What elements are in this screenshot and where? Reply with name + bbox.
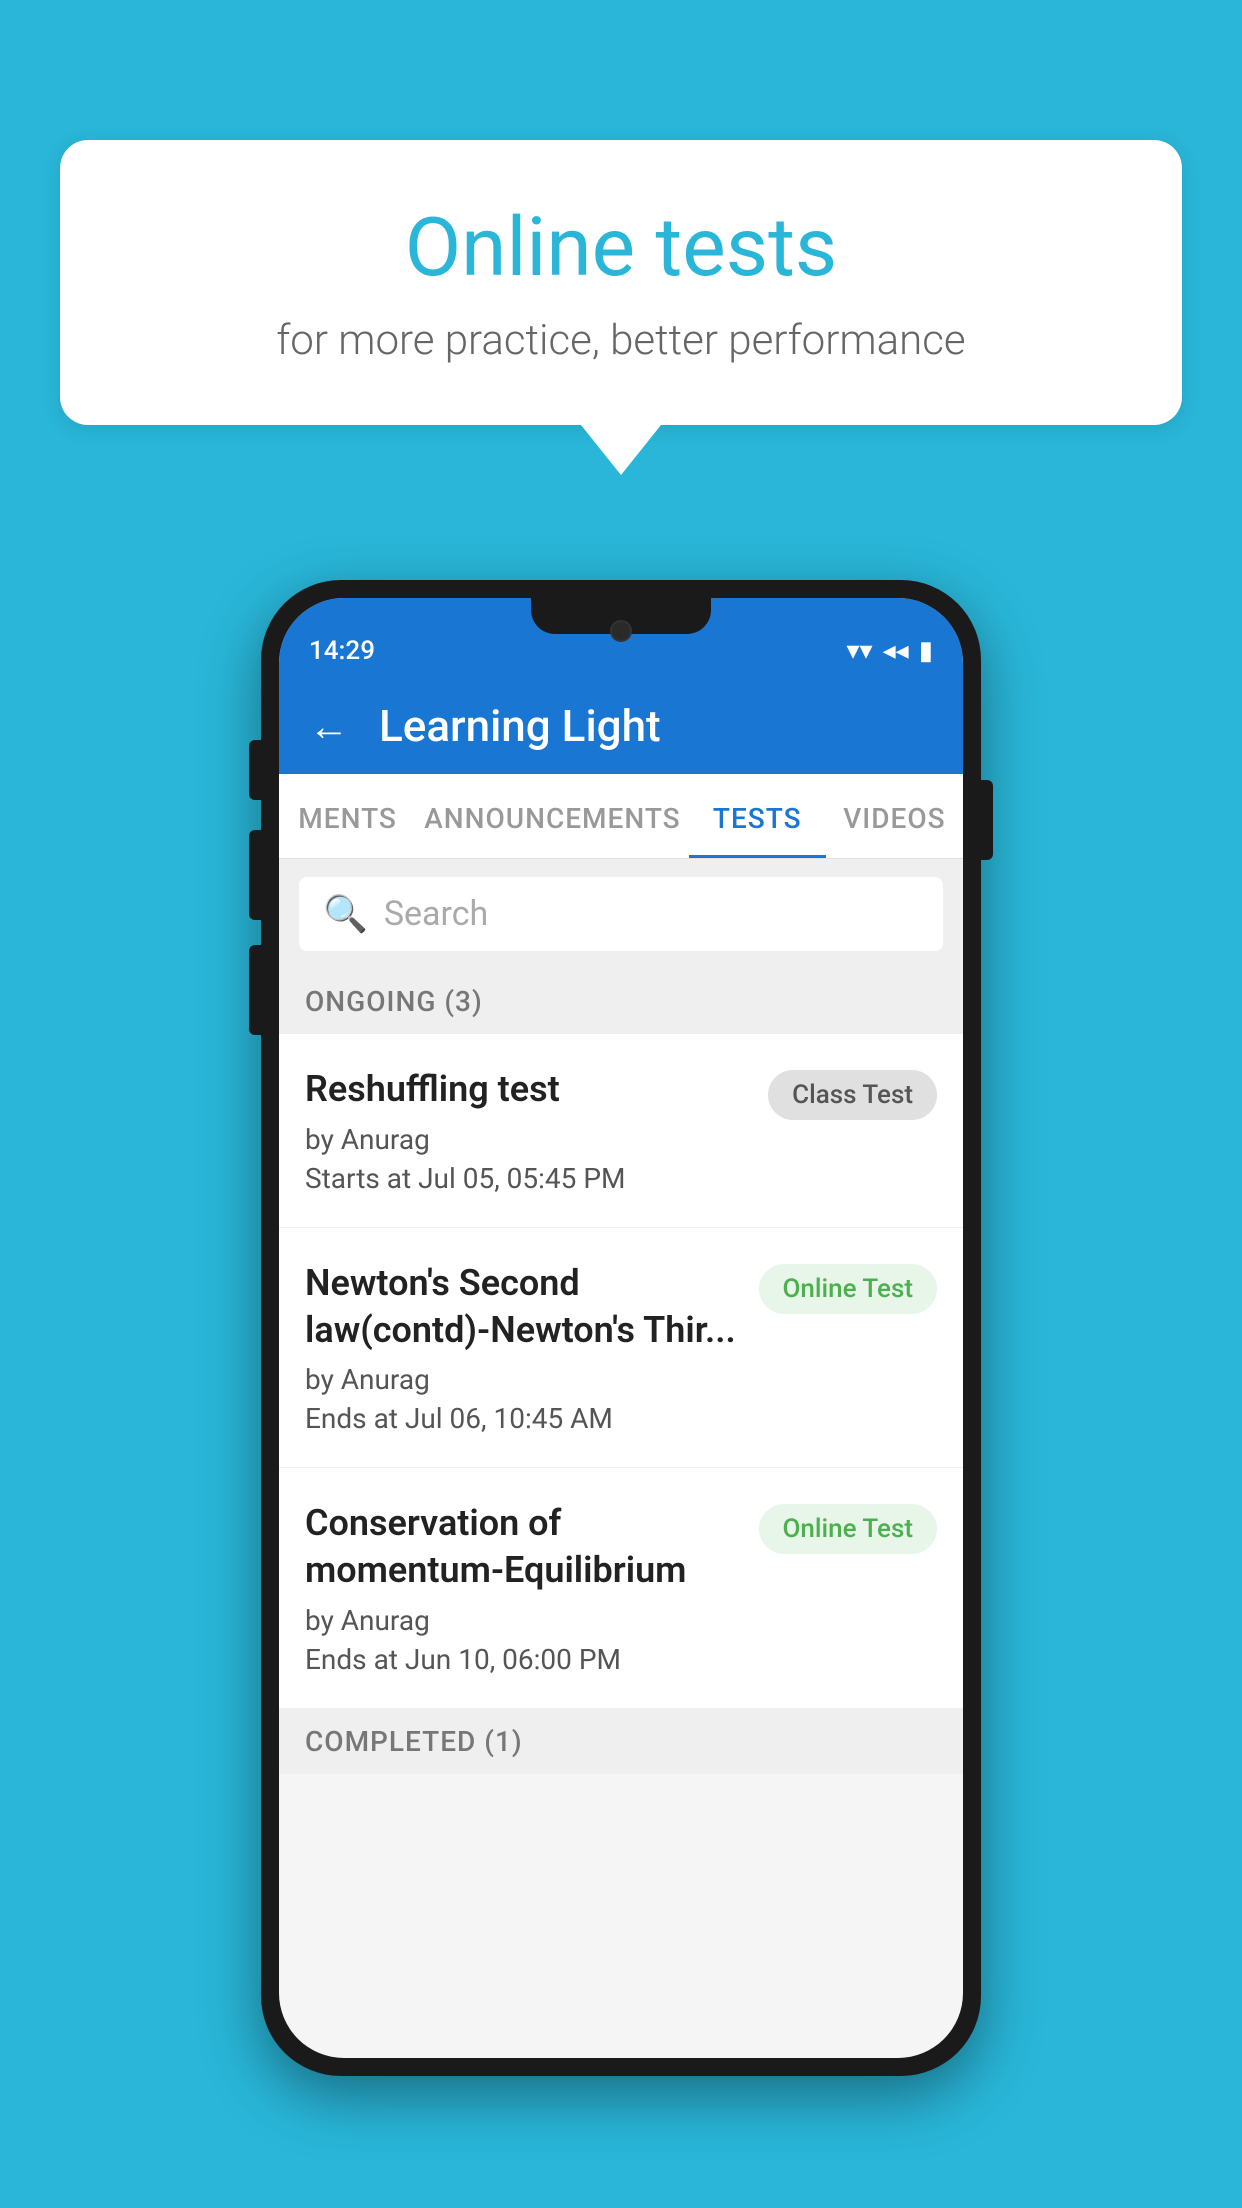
- test-time-3: Ends at Jun 10, 06:00 PM: [305, 1643, 739, 1676]
- phone-button-vol-down: [249, 945, 261, 1035]
- test-info-1: Reshuffling test by Anurag Starts at Jul…: [305, 1066, 768, 1195]
- test-time-2: Ends at Jul 06, 10:45 AM: [305, 1402, 739, 1435]
- test-name-1: Reshuffling test: [305, 1066, 748, 1113]
- test-info-3: Conservation of momentum-Equilibrium by …: [305, 1500, 759, 1676]
- ongoing-section-header: ONGOING (3): [279, 969, 963, 1034]
- signal-icon: ◂◂: [883, 636, 909, 666]
- test-author-3: by Anurag: [305, 1604, 739, 1637]
- tab-ments[interactable]: MENTS: [279, 774, 416, 858]
- speech-bubble-title: Online tests: [140, 200, 1102, 296]
- completed-section-header: COMPLETED (1): [279, 1709, 963, 1774]
- phone-outer: 14:29 ▾▾ ◂◂ ▮ ← Learning Light MENTS ANN…: [261, 580, 981, 2076]
- app-bar-title: Learning Light: [379, 700, 661, 752]
- phone-camera: [610, 620, 632, 642]
- test-author-2: by Anurag: [305, 1363, 739, 1396]
- test-badge-1: Class Test: [768, 1070, 937, 1120]
- phone-notch: [531, 598, 711, 634]
- search-container: 🔍 Search: [279, 859, 963, 969]
- search-bar[interactable]: 🔍 Search: [299, 877, 943, 951]
- status-icons: ▾▾ ◂◂ ▮: [846, 636, 933, 666]
- test-item-2[interactable]: Newton's Second law(contd)-Newton's Thir…: [279, 1228, 963, 1469]
- speech-bubble-arrow: [581, 425, 661, 475]
- search-icon: 🔍: [323, 893, 368, 935]
- test-author-1: by Anurag: [305, 1123, 748, 1156]
- test-time-1: Starts at Jul 05, 05:45 PM: [305, 1162, 748, 1195]
- phone-button-mute: [249, 740, 261, 800]
- app-bar: ← Learning Light: [279, 678, 963, 774]
- test-badge-2: Online Test: [759, 1264, 938, 1314]
- back-button[interactable]: ←: [309, 703, 349, 750]
- phone-button-vol-up: [249, 830, 261, 920]
- test-item-3[interactable]: Conservation of momentum-Equilibrium by …: [279, 1468, 963, 1709]
- test-name-3: Conservation of momentum-Equilibrium: [305, 1500, 739, 1594]
- test-name-2: Newton's Second law(contd)-Newton's Thir…: [305, 1260, 739, 1354]
- battery-icon: ▮: [919, 636, 933, 666]
- tabs-container: MENTS ANNOUNCEMENTS TESTS VIDEOS: [279, 774, 963, 859]
- wifi-icon: ▾▾: [846, 636, 872, 666]
- test-list: Reshuffling test by Anurag Starts at Jul…: [279, 1034, 963, 1709]
- speech-bubble: Online tests for more practice, better p…: [60, 140, 1182, 425]
- phone-screen: 14:29 ▾▾ ◂◂ ▮ ← Learning Light MENTS ANN…: [279, 598, 963, 2058]
- phone-button-power: [981, 780, 993, 860]
- speech-bubble-container: Online tests for more practice, better p…: [60, 140, 1182, 475]
- phone-mockup: 14:29 ▾▾ ◂◂ ▮ ← Learning Light MENTS ANN…: [261, 580, 981, 2076]
- status-time: 14:29: [309, 636, 375, 666]
- speech-bubble-subtitle: for more practice, better performance: [140, 316, 1102, 365]
- search-input[interactable]: Search: [384, 894, 488, 934]
- test-item-1[interactable]: Reshuffling test by Anurag Starts at Jul…: [279, 1034, 963, 1228]
- tab-videos[interactable]: VIDEOS: [826, 774, 963, 858]
- tab-announcements[interactable]: ANNOUNCEMENTS: [416, 774, 688, 858]
- tab-tests[interactable]: TESTS: [689, 774, 826, 858]
- test-info-2: Newton's Second law(contd)-Newton's Thir…: [305, 1260, 759, 1436]
- test-badge-3: Online Test: [759, 1504, 938, 1554]
